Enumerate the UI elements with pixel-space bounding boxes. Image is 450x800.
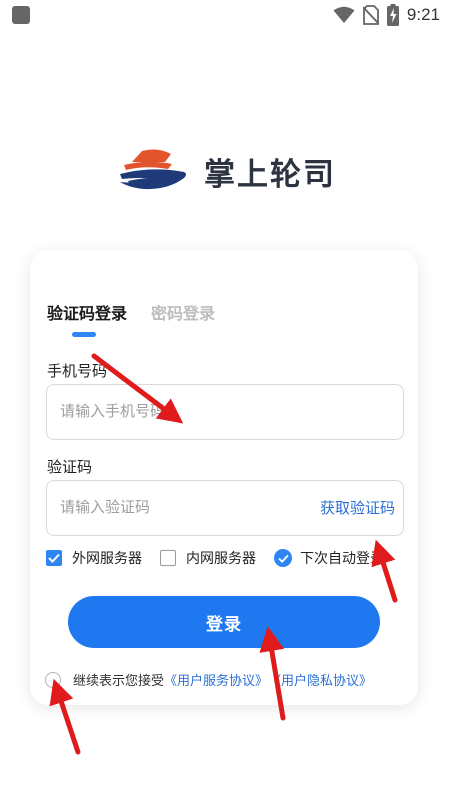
agreement-row: 继续表示您接受 《用户服务协议》 《用户隐私协议》 bbox=[45, 670, 372, 689]
phone-label: 手机号码 bbox=[47, 362, 108, 380]
no-sim-icon bbox=[362, 5, 379, 25]
app-logo: 掌上轮司 bbox=[118, 148, 336, 194]
agreement-radio[interactable] bbox=[45, 671, 61, 688]
phone-field[interactable] bbox=[46, 384, 404, 440]
auto-login-option[interactable]: 下次自动登录 bbox=[274, 548, 384, 568]
external-server-checkbox[interactable] bbox=[46, 550, 62, 566]
internal-server-checkbox[interactable] bbox=[160, 550, 176, 566]
tab-password-login[interactable]: 密码登录 bbox=[151, 300, 215, 324]
phone-input[interactable] bbox=[60, 385, 310, 437]
server-options: 外网服务器 内网服务器 下次自动登录 bbox=[46, 548, 406, 568]
status-bar: 9:21 bbox=[0, 0, 450, 32]
login-tabs: 验证码登录 密码登录 bbox=[47, 300, 215, 324]
external-server-option[interactable]: 外网服务器 bbox=[46, 548, 142, 568]
code-label: 验证码 bbox=[47, 458, 93, 476]
internal-server-option[interactable]: 内网服务器 bbox=[160, 548, 256, 568]
app-square-icon bbox=[12, 6, 30, 24]
ship-logo-icon bbox=[120, 149, 186, 190]
checkmark-icon bbox=[277, 554, 289, 563]
user-privacy-agreement-link[interactable]: 《用户隐私协议》 bbox=[268, 670, 372, 689]
status-icons: 9:21 bbox=[333, 4, 440, 26]
get-code-button[interactable]: 获取验证码 bbox=[320, 497, 395, 518]
agreement-prefix: 继续表示您接受 bbox=[73, 674, 165, 689]
battery-charging-icon bbox=[386, 4, 399, 26]
tab-indicator bbox=[72, 332, 96, 337]
login-button[interactable]: 登录 bbox=[68, 596, 380, 648]
code-input[interactable] bbox=[60, 481, 310, 533]
checkmark-icon bbox=[48, 553, 60, 563]
login-card: 验证码登录 密码登录 手机号码 验证码 获取验证码 外网服务器 内网服务器 bbox=[30, 250, 418, 705]
external-server-label: 外网服务器 bbox=[72, 551, 142, 567]
internal-server-label: 内网服务器 bbox=[186, 551, 256, 567]
tab-sms-login[interactable]: 验证码登录 bbox=[47, 300, 127, 324]
auto-login-label: 下次自动登录 bbox=[300, 551, 384, 567]
app-name: 掌上轮司 bbox=[204, 156, 336, 193]
code-field[interactable]: 获取验证码 bbox=[46, 480, 404, 536]
status-time: 9:21 bbox=[406, 5, 440, 24]
auto-login-checkbox[interactable] bbox=[274, 549, 292, 567]
user-service-agreement-link[interactable]: 《用户服务协议》 bbox=[164, 670, 268, 689]
wifi-icon bbox=[333, 6, 355, 23]
